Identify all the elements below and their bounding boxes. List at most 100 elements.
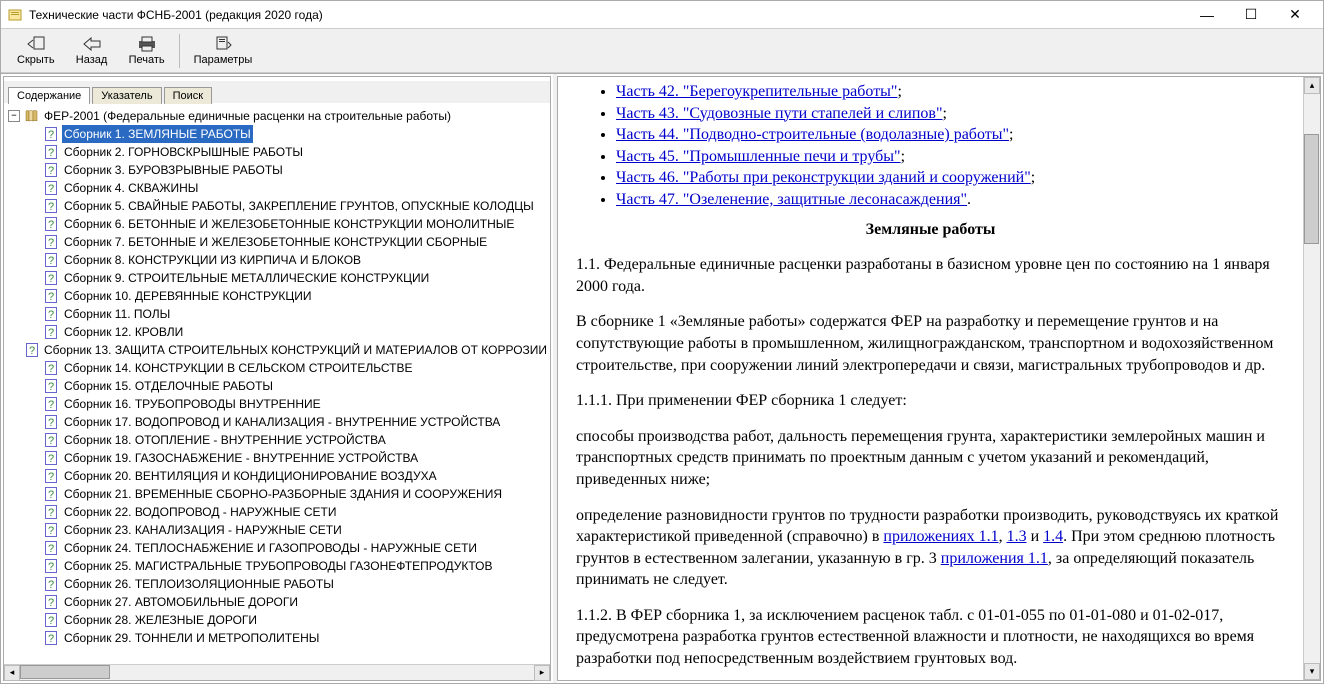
link-part-45[interactable]: Часть 45. "Промышленные печи и трубы" — [616, 148, 901, 165]
vscroll-thumb[interactable] — [1304, 134, 1319, 244]
vertical-scrollbar[interactable]: ▴ ▾ — [1303, 77, 1320, 680]
tree-item[interactable]: ? Сборник 19. ГАЗОСНАБЖЕНИЕ - ВНУТРЕННИЕ … — [6, 449, 548, 467]
tree-item[interactable]: ?Сборник 23. КАНАЛИЗАЦИЯ - НАРУЖНЫЕ СЕТИ — [6, 521, 548, 539]
tree-item-label: Сборник 15. ОТДЕЛОЧНЫЕ РАБОТЫ — [62, 377, 275, 395]
parts-link-list: Часть 42. "Берегоукрепительные работы"; … — [576, 81, 1285, 211]
tree-item[interactable]: ?Сборник 18. ОТОПЛЕНИЕ - ВНУТРЕННИЕ УСТР… — [6, 431, 548, 449]
svg-text:?: ? — [48, 381, 54, 393]
help-topic-icon: ? — [44, 199, 58, 213]
tree-item[interactable]: ?Сборник 25. МАГИСТРАЛЬНЫЕ ТРУБОПРОВОДЫ … — [6, 557, 548, 575]
tree-item-label: Сборник 2. ГОРНОВСКРЫШНЫЕ РАБОТЫ — [62, 143, 305, 161]
tree-item[interactable]: ?Сборник 20. ВЕНТИЛЯЦИЯ И КОНДИЦИОНИРОВА… — [6, 467, 548, 485]
help-topic-icon: ? — [44, 271, 58, 285]
back-button[interactable]: Назад — [65, 33, 119, 68]
tree-item-label: Сборник 1. ЗЕМЛЯНЫЕ РАБОТЫ — [62, 125, 253, 143]
hide-label: Скрыть — [17, 54, 55, 66]
close-button[interactable]: ✕ — [1273, 4, 1317, 26]
print-label: Печать — [129, 54, 165, 66]
svg-text:?: ? — [48, 183, 54, 195]
tree-item[interactable]: ?Сборник 29. ТОННЕЛИ И МЕТРОПОЛИТЕНЫ — [6, 629, 548, 647]
svg-text:?: ? — [48, 579, 54, 591]
maximize-button[interactable]: ☐ — [1229, 4, 1273, 26]
tree-item[interactable]: ?Сборник 14. КОНСТРУКЦИИ В СЕЛЬСКОМ СТРО… — [6, 359, 548, 377]
options-button[interactable]: Параметры — [184, 33, 263, 68]
link-part-43[interactable]: Часть 43. "Судовозные пути стапелей и сл… — [616, 105, 942, 122]
tree-item[interactable]: ?Сборник 1. ЗЕМЛЯНЫЕ РАБОТЫ — [6, 125, 548, 143]
tree-item-label: Сборник 27. АВТОМОБИЛЬНЫЕ ДОРОГИ — [62, 593, 300, 611]
svg-text:?: ? — [48, 597, 54, 609]
tab-index[interactable]: Указатель — [92, 87, 161, 104]
svg-text:?: ? — [48, 507, 54, 519]
tab-search[interactable]: Поиск — [164, 87, 212, 104]
link-app-1-3[interactable]: 1.3 — [1007, 528, 1027, 545]
tree-item[interactable]: ?Сборник 16. ТРУБОПРОВОДЫ ВНУТРЕННИЕ — [6, 395, 548, 413]
link-app-1-1b[interactable]: приложения 1.1 — [941, 550, 1048, 567]
collapse-icon[interactable]: − — [8, 110, 20, 122]
tree-item[interactable]: ?Сборник 28. ЖЕЛЕЗНЫЕ ДОРОГИ — [6, 611, 548, 629]
nav-tabs: Содержание Указатель Поиск — [4, 81, 550, 103]
tree-item-label: ФЕР-2001 (Федеральные единичные расценки… — [42, 107, 453, 125]
horizontal-scrollbar[interactable]: ◂ ▸ — [4, 664, 550, 680]
tree-item[interactable]: ? Сборник 4. СКВАЖИНЫ — [6, 179, 548, 197]
contents-tree[interactable]: − ФЕР-2001 (Федеральные единичные расценк… — [4, 103, 550, 664]
link-part-46[interactable]: Часть 46. "Работы при реконструкции здан… — [616, 169, 1031, 186]
back-label: Назад — [76, 54, 108, 66]
tree-item-label: Сборник 21. ВРЕМЕННЫЕ СБОРНО-РАЗБОРНЫЕ З… — [62, 485, 504, 503]
tree-item[interactable]: ?Сборник 10. ДЕРЕВЯННЫЕ КОНСТРУКЦИИ — [6, 287, 548, 305]
tree-item[interactable]: ?Сборник 2. ГОРНОВСКРЫШНЫЕ РАБОТЫ — [6, 143, 548, 161]
minimize-button[interactable]: — — [1185, 4, 1229, 26]
tree-item[interactable]: ?Сборник 13. ЗАЩИТА СТРОИТЕЛЬНЫХ КОНСТРУ… — [6, 341, 548, 359]
navigation-pane: Содержание Указатель Поиск − ФЕР-2001 (Фе… — [3, 76, 551, 681]
help-topic-icon: ? — [44, 217, 58, 231]
print-button[interactable]: Печать — [119, 33, 175, 68]
help-topic-icon: ? — [44, 613, 58, 627]
scroll-track[interactable] — [20, 665, 534, 681]
help-topic-icon: ? — [44, 253, 58, 267]
toolbar-separator — [179, 34, 180, 68]
hide-button[interactable]: Скрыть — [7, 33, 65, 68]
tree-item-label: Сборник 19. ГАЗОСНАБЖЕНИЕ - ВНУТРЕННИЕ У… — [62, 449, 420, 467]
link-part-47[interactable]: Часть 47. "Озеленение, защитные лесонаса… — [616, 191, 967, 208]
toolbar: Скрыть Назад Печать Параметры — [1, 29, 1323, 73]
tree-item[interactable]: ?Сборник 26. ТЕПЛОИЗОЛЯЦИОННЫЕ РАБОТЫ — [6, 575, 548, 593]
tree-item[interactable]: ? Сборник 15. ОТДЕЛОЧНЫЕ РАБОТЫ — [6, 377, 548, 395]
help-topic-icon: ? — [44, 451, 58, 465]
tab-contents[interactable]: Содержание — [8, 87, 90, 104]
tree-item[interactable]: ?Сборник 17. ВОДОПРОВОД И КАНАЛИЗАЦИЯ - … — [6, 413, 548, 431]
tree-item[interactable]: ? Сборник 5. СВАЙНЫЕ РАБОТЫ, ЗАКРЕПЛЕНИЕ … — [6, 197, 548, 215]
help-topic-icon: ? — [44, 163, 58, 177]
list-item: Часть 47. "Озеленение, защитные лесонаса… — [616, 189, 1285, 211]
tree-item[interactable]: ?Сборник 12. КРОВЛИ — [6, 323, 548, 341]
tree-root-item[interactable]: − ФЕР-2001 (Федеральные единичные расценк… — [6, 107, 548, 125]
book-icon — [24, 109, 38, 123]
paragraph: 1.1.1. При применении ФЕР сборника 1 сле… — [576, 390, 1285, 412]
tree-item[interactable]: ? Сборник 6. БЕТОННЫЕ И ЖЕЛЕЗОБЕТОННЫЕ КО… — [6, 215, 548, 233]
scroll-right-button[interactable]: ▸ — [534, 665, 550, 681]
tree-item[interactable]: ?Сборник 24. ТЕПЛОСНАБЖЕНИЕ И ГАЗОПРОВОД… — [6, 539, 548, 557]
tree-item-label: Сборник 5. СВАЙНЫЕ РАБОТЫ, ЗАКРЕПЛЕНИЕ Г… — [62, 197, 536, 215]
scroll-up-button[interactable]: ▴ — [1304, 77, 1320, 94]
tree-item[interactable]: ? Сборник 27. АВТОМОБИЛЬНЫЕ ДОРОГИ — [6, 593, 548, 611]
tree-item[interactable]: ?Сборник 22. ВОДОПРОВОД - НАРУЖНЫЕ СЕТИ — [6, 503, 548, 521]
scroll-left-button[interactable]: ◂ — [4, 665, 20, 681]
tree-item[interactable]: ?Сборник 3. БУРОВЗРЫВНЫЕ РАБОТЫ — [6, 161, 548, 179]
tree-item[interactable]: ?Сборник 9. СТРОИТЕЛЬНЫЕ МЕТАЛЛИЧЕСКИЕ К… — [6, 269, 548, 287]
tree-item-label: Сборник 7. БЕТОННЫЕ И ЖЕЛЕЗОБЕТОННЫЕ КОН… — [62, 233, 489, 251]
svg-text:?: ? — [48, 255, 54, 267]
window-title: Технические части ФСНБ-2001 (редакция 20… — [29, 8, 1185, 22]
link-app-1-1[interactable]: приложениях 1.1 — [883, 528, 998, 545]
tree-item[interactable]: ?Сборник 7. БЕТОННЫЕ И ЖЕЛЕЗОБЕТОННЫЕ КО… — [6, 233, 548, 251]
link-app-1-4[interactable]: 1.4 — [1043, 528, 1063, 545]
tree-item[interactable]: ?Сборник 8. КОНСТРУКЦИИ ИЗ КИРПИЧА И БЛО… — [6, 251, 548, 269]
link-part-44[interactable]: Часть 44. "Подводно-строительные (водола… — [616, 126, 1009, 143]
tree-item[interactable]: ?Сборник 11. ПОЛЫ — [6, 305, 548, 323]
link-part-42[interactable]: Часть 42. "Берегоукрепительные работы" — [616, 83, 897, 100]
tree-item-label: Сборник 6. БЕТОННЫЕ И ЖЕЛЕЗОБЕТОННЫЕ КОН… — [62, 215, 516, 233]
tree-item[interactable]: ?Сборник 21. ВРЕМЕННЫЕ СБОРНО-РАЗБОРНЫЕ … — [6, 485, 548, 503]
scroll-down-button[interactable]: ▾ — [1304, 663, 1320, 680]
scroll-thumb[interactable] — [20, 665, 110, 679]
back-icon — [83, 35, 101, 53]
tree-item-label: Сборник 4. СКВАЖИНЫ — [62, 179, 200, 197]
tree-item-label: Сборник 20. ВЕНТИЛЯЦИЯ И КОНДИЦИОНИРОВАН… — [62, 467, 439, 485]
vscroll-track[interactable] — [1304, 94, 1320, 663]
